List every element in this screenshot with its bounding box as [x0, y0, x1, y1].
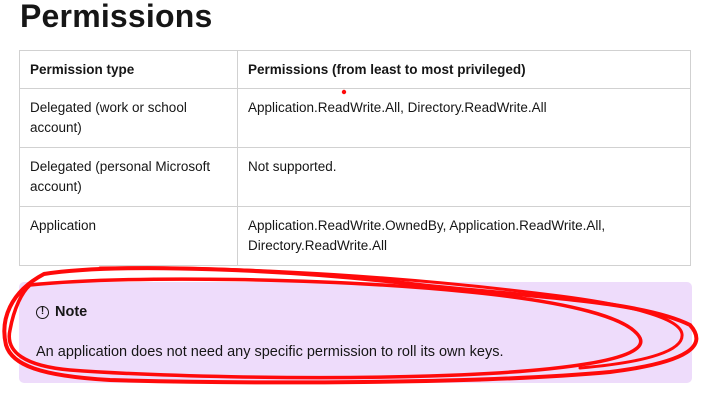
note-label: Note — [55, 304, 88, 320]
permissions-cell: Not supported. — [237, 147, 691, 207]
permissions-table: Permission type Permissions (from least … — [19, 50, 691, 266]
permission-type-cell: Application — [19, 206, 238, 266]
note-callout: ! Note An application does not need any … — [19, 282, 692, 383]
column-header-permission-type: Permission type — [19, 50, 238, 89]
note-text: An application does not need any specifi… — [36, 344, 504, 360]
table-row: Delegated (work or school account) Appli… — [19, 88, 691, 148]
page-title: Permissions — [20, 0, 213, 34]
permissions-cell: Application.ReadWrite.All, Directory.Rea… — [237, 88, 691, 148]
permission-type-cell: Delegated (work or school account) — [19, 88, 238, 148]
info-icon: ! — [36, 305, 49, 319]
table-row: Application Application.ReadWrite.OwnedB… — [19, 206, 691, 266]
permission-type-cell: Delegated (personal Microsoft account) — [19, 147, 238, 207]
column-header-permissions: Permissions (from least to most privileg… — [237, 50, 691, 89]
note-header: ! Note — [36, 304, 87, 320]
table-row: Delegated (personal Microsoft account) N… — [19, 147, 691, 207]
table-header-row: Permission type Permissions (from least … — [19, 50, 691, 89]
permissions-cell: Application.ReadWrite.OwnedBy, Applicati… — [237, 206, 691, 266]
